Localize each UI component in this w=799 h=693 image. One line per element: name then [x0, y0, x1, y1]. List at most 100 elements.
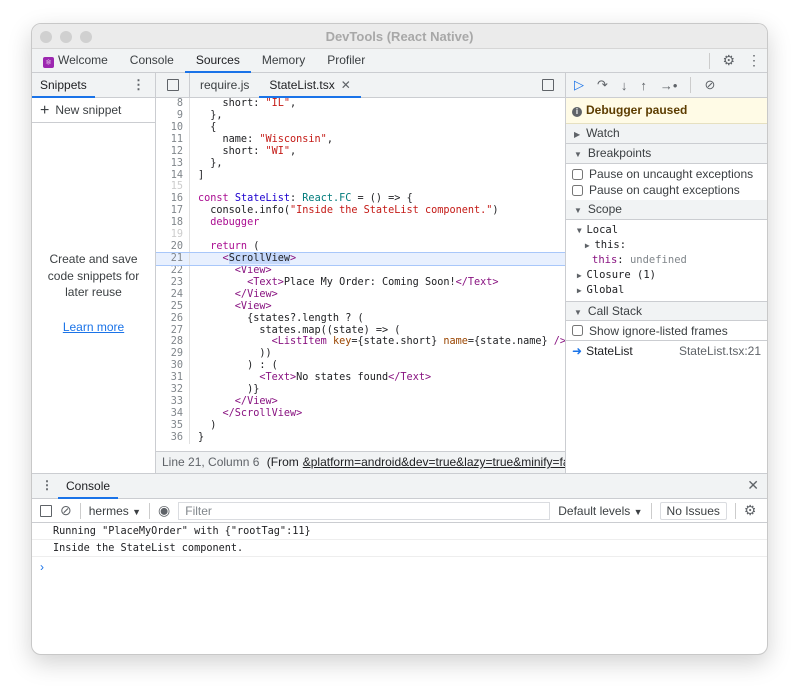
line-number[interactable]: 11	[156, 133, 190, 146]
pause-caught-checkbox[interactable]: Pause on caught exceptions	[566, 182, 767, 198]
code-line[interactable]: 33 </View>	[156, 396, 565, 408]
code-line[interactable]: 23 <Text>Place My Order: Coming Soon!</T…	[156, 276, 565, 289]
scope-this-object[interactable]: ▶ this:	[566, 238, 767, 253]
checkbox[interactable]	[572, 184, 583, 196]
line-number[interactable]: 31	[156, 372, 190, 385]
source-map-link[interactable]: &platform=android&dev=true&lazy=true&min…	[303, 455, 565, 469]
code-line[interactable]: 27 states.map((state) => (	[156, 324, 565, 337]
step-over-icon[interactable]: ↷	[597, 77, 608, 93]
drawer-menu-icon[interactable]: ⋮	[41, 478, 53, 492]
log-levels-dropdown[interactable]: Default levels ▼	[558, 504, 642, 518]
step-into-icon[interactable]: ↓	[621, 78, 628, 93]
line-number[interactable]: 23	[156, 276, 190, 289]
checkbox[interactable]	[572, 168, 583, 180]
watch-section[interactable]: ▶ Watch	[566, 124, 767, 144]
call-stack-section[interactable]: ▼ Call Stack	[566, 301, 767, 321]
pause-uncaught-checkbox[interactable]: Pause on uncaught exceptions	[566, 166, 767, 182]
code-line[interactable]: 11 name: "Wisconsin",	[156, 133, 565, 146]
code-line[interactable]: 18 debugger	[156, 217, 565, 230]
settings-gear-icon[interactable]: ⚙	[722, 52, 735, 69]
tab-memory[interactable]: Memory	[251, 49, 316, 72]
minimize-window-button[interactable]	[60, 31, 72, 43]
context-selector[interactable]: hermes ▼	[89, 504, 141, 518]
line-number[interactable]: 25	[156, 300, 190, 313]
toggle-navigator-icon[interactable]	[156, 73, 190, 97]
file-tab-require[interactable]: require.js	[190, 73, 259, 97]
line-number[interactable]: 9	[156, 109, 190, 122]
line-number[interactable]: 20	[156, 241, 190, 253]
line-number[interactable]: 34	[156, 407, 190, 420]
toggle-sidebar-icon[interactable]	[40, 504, 52, 517]
tab-console[interactable]: Console	[119, 49, 185, 72]
close-window-button[interactable]	[40, 31, 52, 43]
call-frame[interactable]: ➜ StateList StateList.tsx:21	[566, 341, 767, 361]
code-line[interactable]: 25 <View>	[156, 300, 565, 313]
new-snippet-button[interactable]: + New snippet	[32, 98, 155, 123]
tab-sources[interactable]: Sources	[184, 49, 251, 73]
code-line[interactable]: 35 )	[156, 419, 565, 432]
line-number[interactable]: 12	[156, 145, 190, 158]
line-number[interactable]: 32	[156, 384, 190, 397]
line-number[interactable]: 26	[156, 312, 190, 325]
line-number[interactable]: 28	[156, 336, 190, 349]
line-number[interactable]: 36	[156, 431, 190, 444]
code-line[interactable]: 13 },	[156, 157, 565, 170]
scope-local[interactable]: ▼ Local	[566, 223, 767, 238]
code-line[interactable]: 34 </ScrollView>	[156, 407, 565, 420]
scope-section[interactable]: ▼ Scope	[566, 200, 767, 220]
deactivate-breakpoints-icon[interactable]: ⊘	[704, 77, 715, 93]
tab-profiler[interactable]: Profiler	[316, 49, 376, 72]
code-line[interactable]: 36}	[156, 431, 565, 444]
line-number[interactable]: 16	[156, 193, 190, 206]
step-out-icon[interactable]: ↑	[640, 78, 647, 93]
filter-input[interactable]: Filter	[178, 501, 551, 520]
line-number[interactable]: 27	[156, 324, 190, 337]
drawer-tab-console[interactable]: Console	[58, 474, 119, 499]
code-line[interactable]: 26 {states?.length ? (	[156, 312, 565, 325]
code-editor[interactable]: 8 short: "IL", 9 }, 10 {11 name: "Wisconsi…	[156, 98, 565, 453]
show-ignored-frames-checkbox[interactable]: Show ignore-listed frames	[566, 321, 767, 341]
scope-global[interactable]: ▶ Global	[566, 283, 767, 298]
line-number[interactable]: 17	[156, 205, 190, 218]
scope-closure[interactable]: ▶ Closure (1)	[566, 268, 767, 283]
line-number[interactable]: 18	[156, 217, 190, 230]
line-number[interactable]: 35	[156, 419, 190, 432]
console-prompt-input[interactable]: ›	[32, 557, 767, 577]
line-number[interactable]: 24	[156, 288, 190, 301]
code-line[interactable]: 14]	[156, 169, 565, 182]
close-drawer-icon[interactable]: ✕	[747, 477, 759, 494]
line-number[interactable]: 14	[156, 169, 190, 182]
code-line[interactable]: 21 <ScrollView>	[156, 251, 565, 266]
tab-snippets[interactable]: Snippets	[32, 73, 95, 98]
code-line[interactable]: 31 <Text>No states found</Text>	[156, 372, 565, 385]
line-number[interactable]: 33	[156, 396, 190, 408]
line-number[interactable]: 13	[156, 157, 190, 170]
toggle-debugger-icon[interactable]	[531, 73, 565, 97]
issues-button[interactable]: No Issues	[659, 501, 727, 520]
code-line[interactable]: 9 },	[156, 109, 565, 122]
code-line[interactable]: 19	[156, 229, 565, 242]
code-line[interactable]: 24 </View>	[156, 288, 565, 301]
more-options-icon[interactable]: ⋮	[747, 52, 761, 69]
zoom-window-button[interactable]	[80, 31, 92, 43]
line-number[interactable]: 10	[156, 121, 190, 134]
code-line[interactable]: 17 console.info("Inside the StateList co…	[156, 205, 565, 218]
step-icon[interactable]: →•	[660, 78, 678, 93]
code-line[interactable]: 12 short: "WI",	[156, 145, 565, 158]
line-number[interactable]: 30	[156, 360, 190, 373]
code-line[interactable]: 8 short: "IL",	[156, 98, 565, 110]
code-line[interactable]: 28 <ListItem key={state.short} name={sta…	[156, 336, 565, 349]
resume-icon[interactable]: ▷	[574, 77, 584, 93]
code-line[interactable]: 22 <View>	[156, 264, 565, 277]
code-line[interactable]: 15	[156, 181, 565, 194]
code-line[interactable]: 16 const StateList: React.FC = () => {	[156, 193, 565, 206]
close-tab-icon[interactable]: ✕	[341, 78, 351, 92]
tab-welcome[interactable]: ⚛ Welcome	[32, 49, 119, 72]
code-line[interactable]: 20 return (	[156, 241, 565, 253]
code-line[interactable]: 30 ) : (	[156, 360, 565, 373]
code-line[interactable]: 29 ))	[156, 348, 565, 361]
code-line[interactable]: 10 {	[156, 121, 565, 134]
console-settings-gear-icon[interactable]: ⚙	[744, 502, 757, 519]
line-number[interactable]: 29	[156, 348, 190, 361]
file-tab-statelist[interactable]: StateList.tsx ✕	[259, 73, 362, 98]
